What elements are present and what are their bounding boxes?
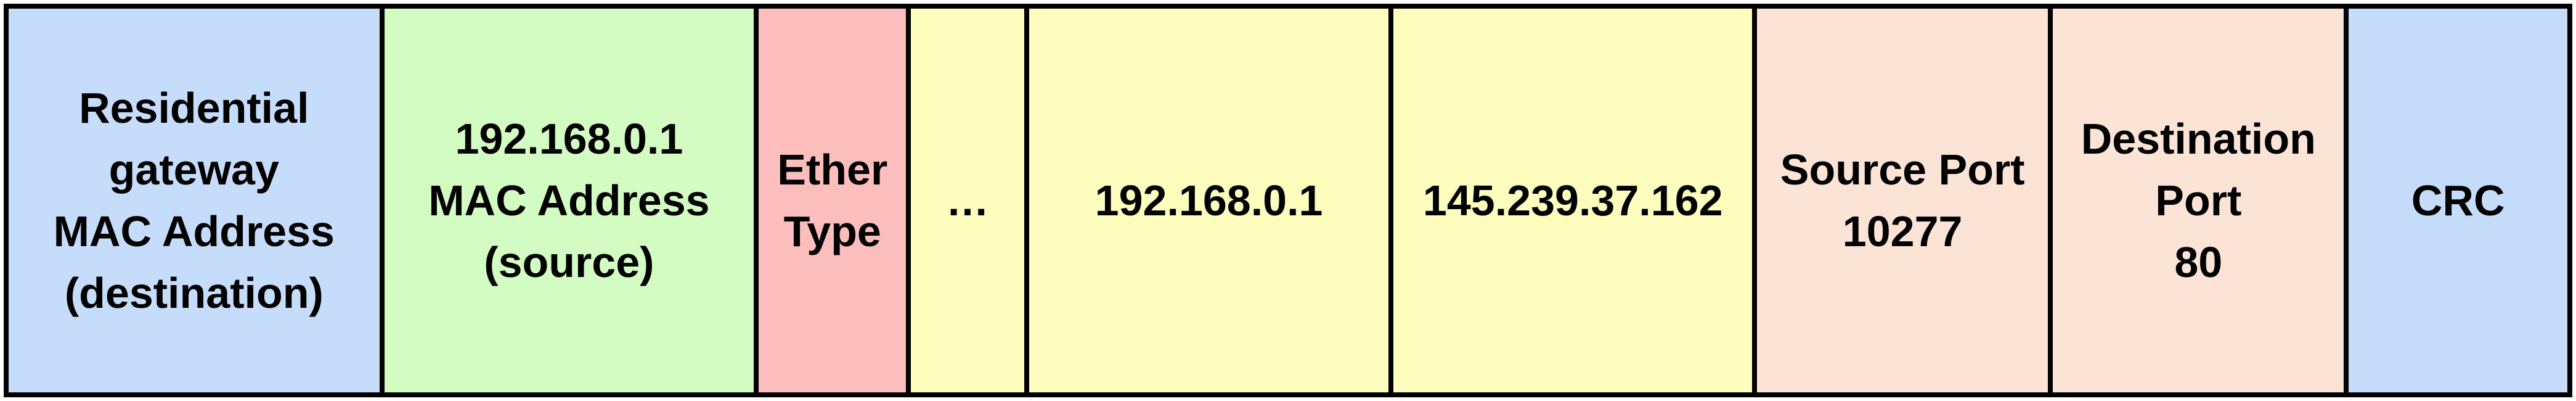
field-destination-ip-text: 145.239.37.162 bbox=[1423, 170, 1723, 231]
field-destination-ip: 145.239.37.162 bbox=[1393, 9, 1758, 392]
field-source-ip: 192.168.0.1 bbox=[1029, 9, 1394, 392]
field-crc-text: CRC bbox=[2411, 170, 2505, 231]
field-ether-type-text: Ether Type bbox=[777, 139, 887, 262]
field-label-line: 192.168.0.1 bbox=[1094, 176, 1323, 225]
field-crc: CRC bbox=[2349, 9, 2567, 392]
field-label-line: MAC Address bbox=[53, 207, 335, 255]
field-label-line: Residential bbox=[79, 84, 309, 132]
field-source-port-text: Source Port 10277 bbox=[1780, 139, 2025, 262]
field-label-line: 80 bbox=[2174, 238, 2223, 286]
field-source-ip-text: 192.168.0.1 bbox=[1095, 170, 1323, 231]
field-destination-mac: Residential gateway MAC Address (destina… bbox=[9, 9, 385, 392]
field-source-mac-text: 192.168.0.1 MAC Address (source) bbox=[428, 108, 709, 293]
field-destination-port-text: Destination Port 80 bbox=[2081, 108, 2316, 293]
field-destination-port: Destination Port 80 bbox=[2053, 9, 2349, 392]
field-label-line: Source Port bbox=[1780, 146, 2025, 194]
field-label-line: … bbox=[946, 176, 990, 225]
field-label-line: (destination) bbox=[64, 269, 324, 317]
field-label-line: Port bbox=[2155, 176, 2242, 225]
field-source-port: Source Port 10277 bbox=[1757, 9, 2053, 392]
field-source-mac: 192.168.0.1 MAC Address (source) bbox=[384, 9, 759, 392]
field-label-line: Ether bbox=[777, 146, 888, 194]
packet-frame-diagram: Residential gateway MAC Address (destina… bbox=[4, 4, 2572, 397]
field-label-line: 145.239.37.162 bbox=[1422, 176, 1723, 225]
field-label-line: Type bbox=[783, 207, 881, 255]
field-label-line: MAC Address bbox=[428, 176, 710, 225]
field-label-line: Destination bbox=[2081, 115, 2316, 163]
field-label-line: (source) bbox=[484, 238, 654, 286]
field-ellipsis: … bbox=[911, 9, 1029, 392]
field-ellipsis-text: … bbox=[946, 170, 989, 231]
field-destination-mac-text: Residential gateway MAC Address (destina… bbox=[54, 77, 335, 324]
field-label-line: gateway bbox=[108, 146, 279, 194]
field-label-line: CRC bbox=[2411, 176, 2505, 225]
field-ether-type: Ether Type bbox=[759, 9, 911, 392]
field-label-line: 10277 bbox=[1842, 207, 1963, 255]
field-label-line: 192.168.0.1 bbox=[455, 115, 683, 163]
